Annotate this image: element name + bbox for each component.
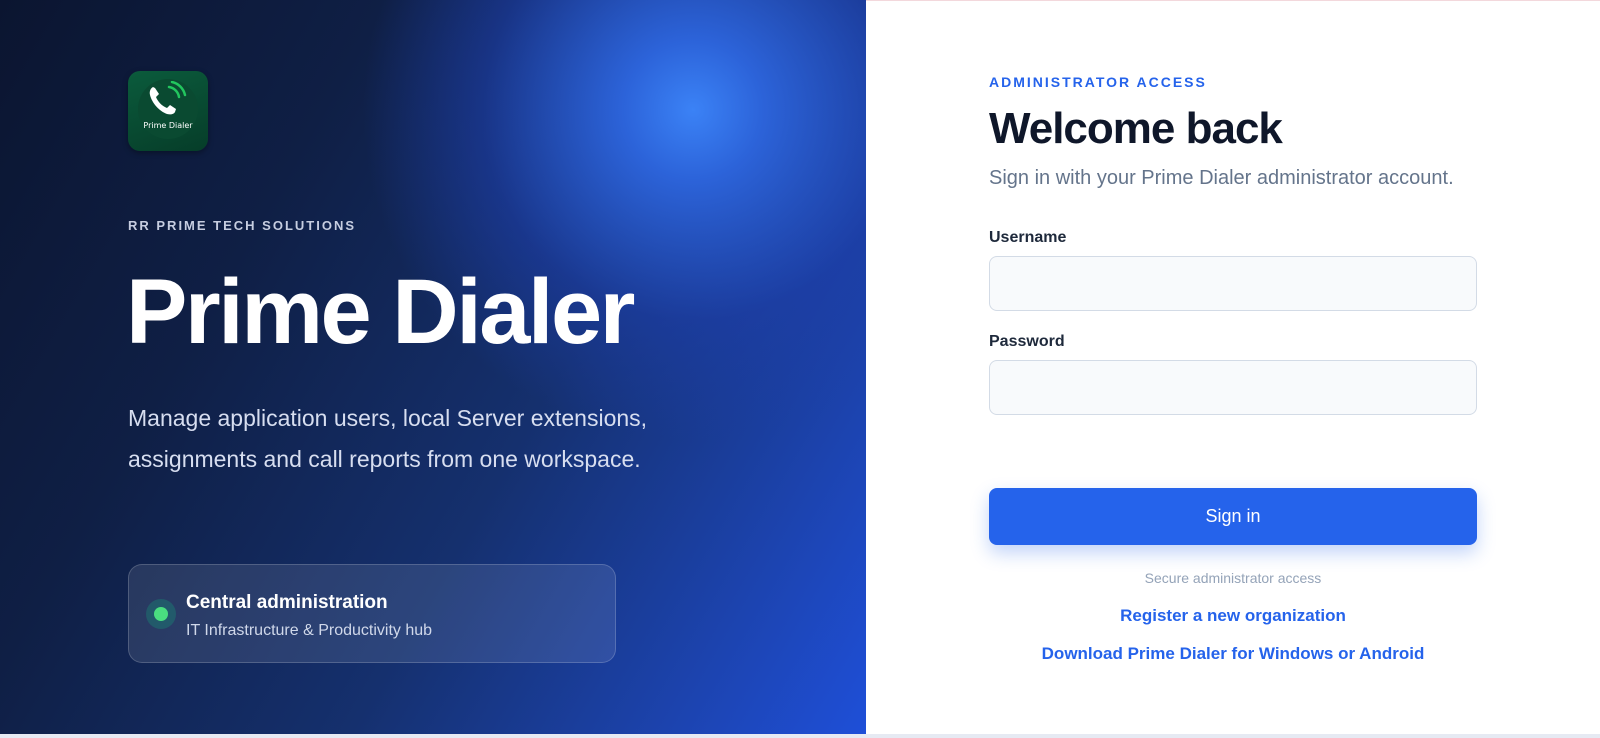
hero-panel: Prime Dialer RR PRIME TECH SOLUTIONS Pri… — [0, 0, 866, 734]
form-subtitle: Sign in with your Prime Dialer administr… — [989, 167, 1454, 189]
top-border — [866, 0, 1600, 1]
login-page: Prime Dialer RR PRIME TECH SOLUTIONS Pri… — [0, 0, 1600, 738]
status-dot-icon — [154, 607, 168, 621]
register-organization-link[interactable]: Register a new organization — [989, 606, 1477, 626]
status-indicator — [146, 599, 176, 629]
feature-title: Central administration — [186, 592, 388, 613]
username-input[interactable] — [989, 256, 1477, 311]
feature-card: Central administration IT Infrastructure… — [128, 564, 616, 663]
hero-title: Prime Dialer — [126, 261, 635, 363]
username-label: Username — [989, 229, 1067, 246]
password-label: Password — [989, 333, 1065, 350]
bottom-strip — [0, 734, 1600, 738]
secure-access-note: Secure administrator access — [1144, 570, 1322, 586]
hero-description: Manage application users, local Server e… — [128, 405, 648, 472]
form-title: Welcome back — [989, 104, 1283, 153]
access-eyebrow: ADMINISTRATOR ACCESS — [989, 74, 1207, 90]
phone-icon — [149, 81, 187, 115]
logo-text: Prime Dialer — [143, 121, 193, 130]
company-name: RR PRIME TECH SOLUTIONS — [128, 218, 357, 233]
download-app-link[interactable]: Download Prime Dialer for Windows or And… — [989, 644, 1477, 664]
app-logo: Prime Dialer — [128, 71, 208, 151]
login-form-panel: ADMINISTRATOR ACCESS Welcome back Sign i… — [866, 0, 1600, 734]
feature-subtitle: IT Infrastructure & Productivity hub — [186, 622, 433, 639]
password-input[interactable] — [989, 360, 1477, 415]
sign-in-button[interactable]: Sign in — [989, 488, 1477, 545]
